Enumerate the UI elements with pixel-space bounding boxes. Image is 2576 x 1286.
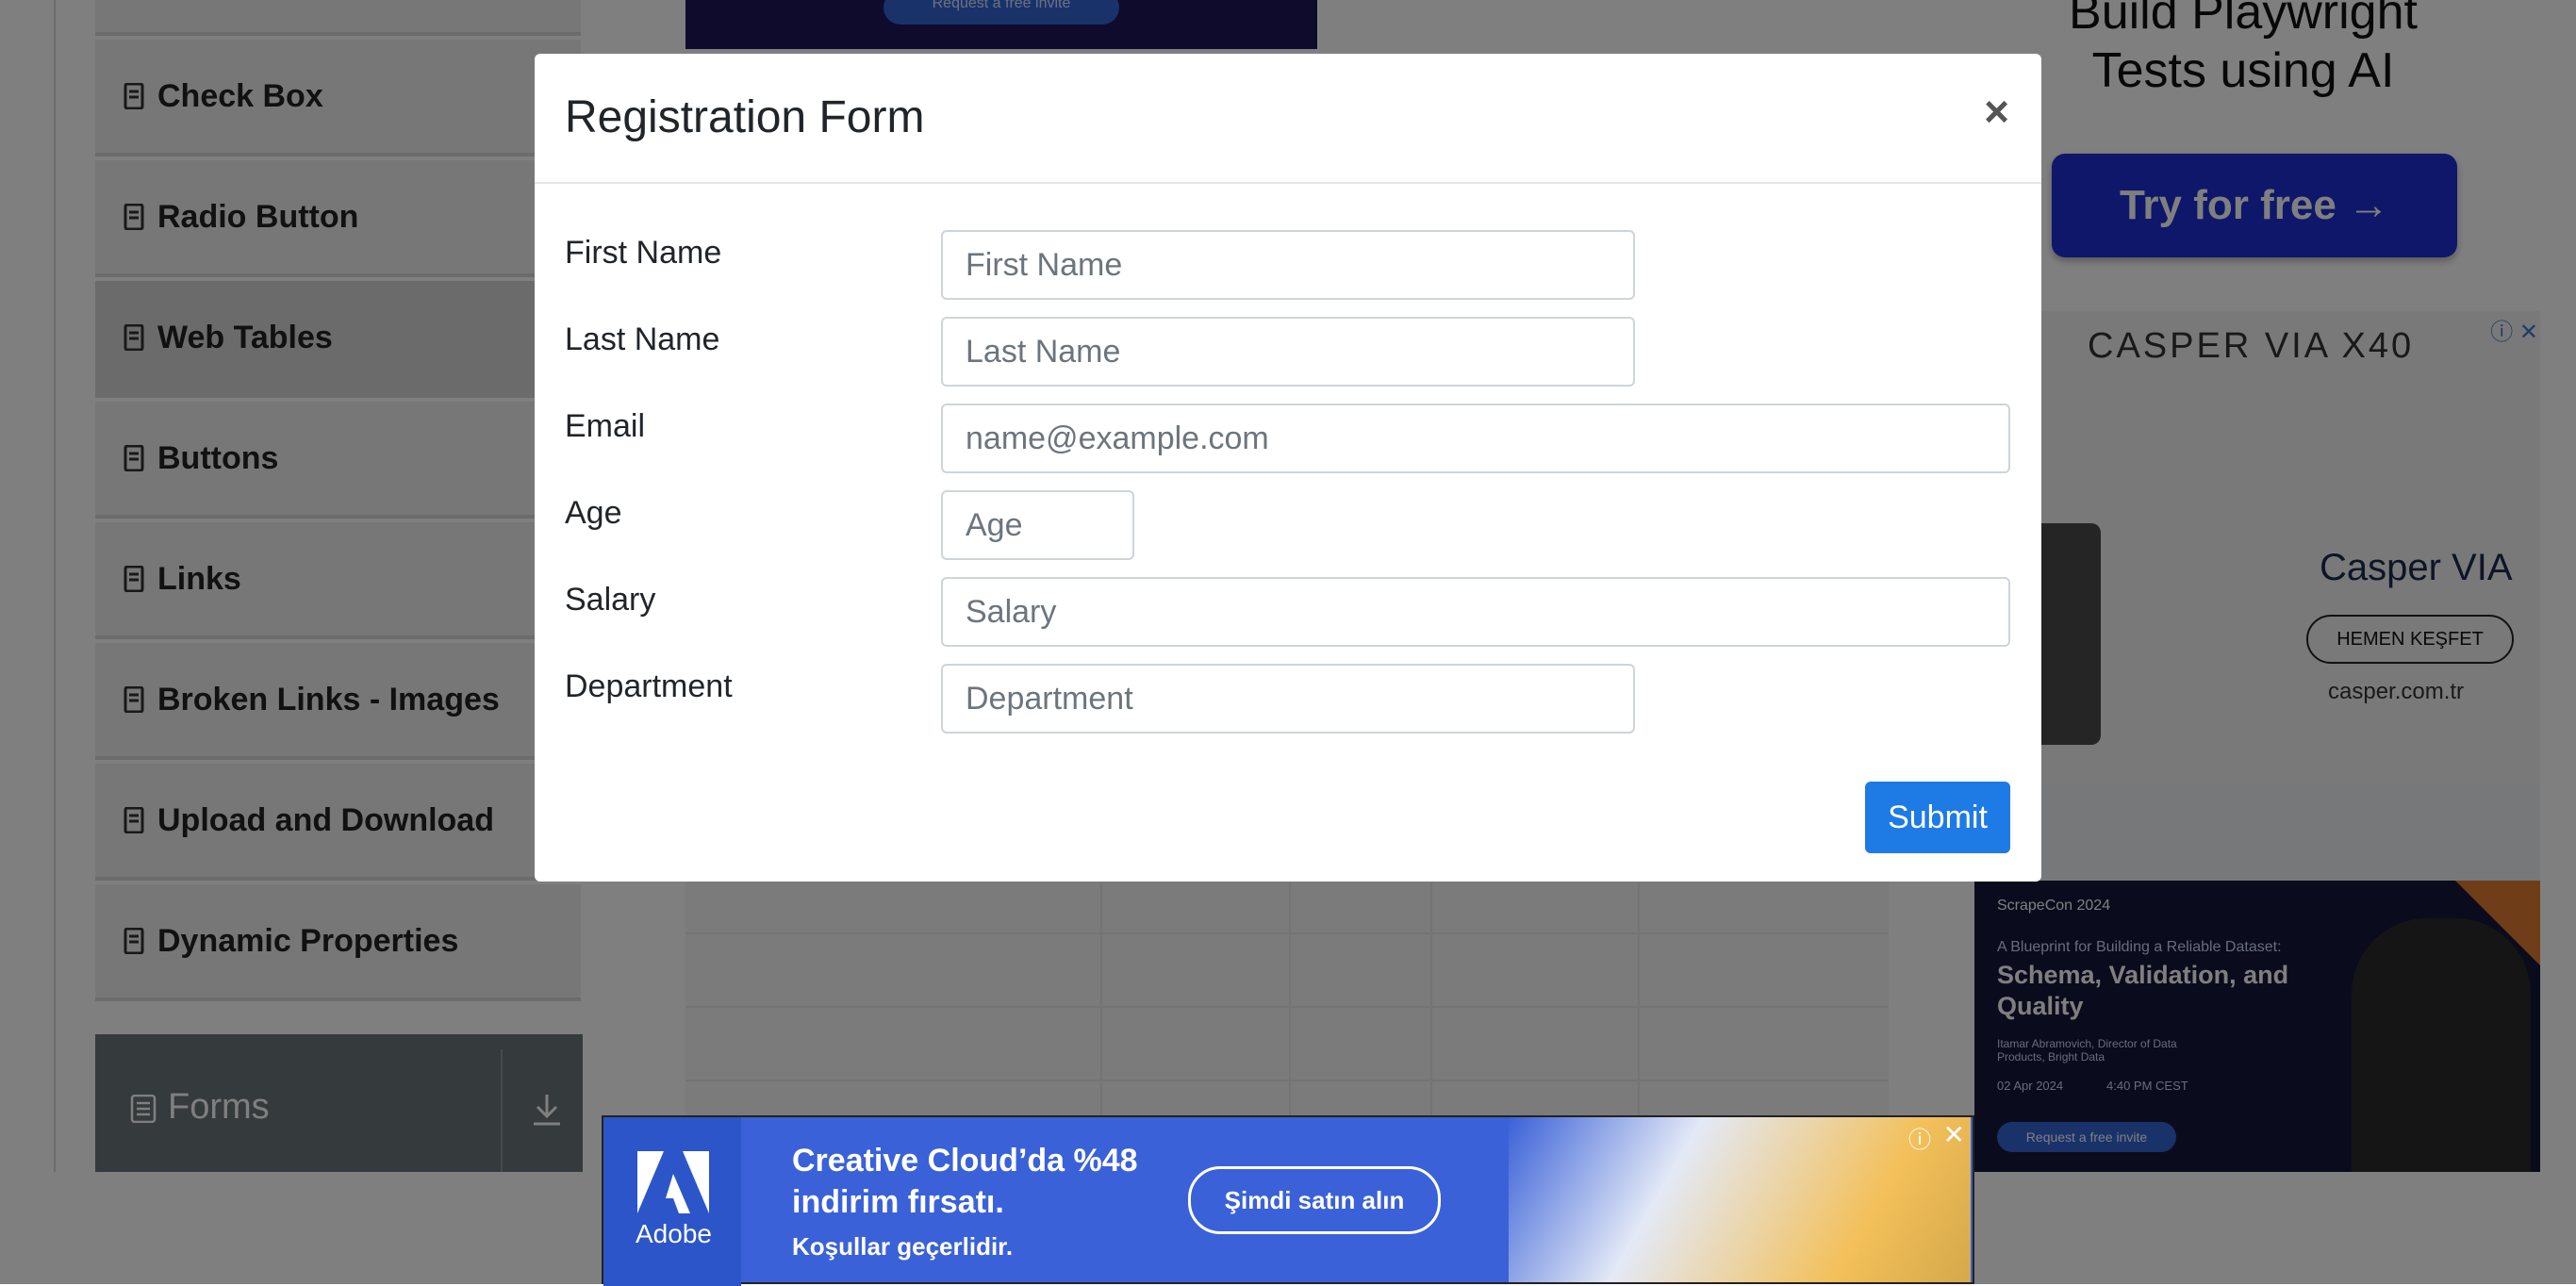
ad-title-line2: indirim fırsatı. [792, 1184, 1004, 1220]
age-input[interactable] [941, 490, 1134, 560]
email-input[interactable] [941, 404, 2010, 473]
last-name-label: Last Name [565, 322, 720, 357]
ad-title-line1: Creative Cloud’da %48 [792, 1143, 1138, 1179]
modal-title: Registration Form [565, 92, 925, 142]
department-input[interactable] [941, 664, 1635, 734]
first-name-label: First Name [565, 235, 722, 271]
email-label: Email [565, 408, 646, 444]
info-icon[interactable]: ⓘ [1908, 1121, 1931, 1154]
close-button[interactable]: × [1984, 90, 2009, 133]
bottom-banner-ad[interactable]: Adobe Creative Cloud’da %48 indirim fırs… [602, 1115, 1974, 1286]
age-label: Age [565, 495, 622, 531]
salary-input[interactable] [941, 577, 2010, 647]
ad-headline: Creative Cloud’da %48 indirim fırsatı. [792, 1140, 1138, 1223]
last-name-input[interactable] [941, 317, 1635, 387]
adobe-brand: Adobe [636, 1219, 712, 1248]
ad-illustration [1509, 1117, 1971, 1282]
ad-subtitle: Koşullar geçerlidir. [792, 1232, 1014, 1261]
registration-modal: Registration Form × First Name Last Name… [535, 54, 2041, 882]
department-label: Department [565, 668, 733, 704]
modal-header: Registration Form × [535, 54, 2041, 184]
first-name-input[interactable] [941, 230, 1635, 300]
close-icon[interactable]: ✕ [1943, 1119, 1965, 1150]
ad-cta-button[interactable]: Şimdi satın alın [1188, 1166, 1441, 1234]
salary-label: Salary [565, 582, 656, 618]
submit-button[interactable]: Submit [1865, 782, 2010, 853]
adobe-logo: Adobe [603, 1117, 741, 1286]
